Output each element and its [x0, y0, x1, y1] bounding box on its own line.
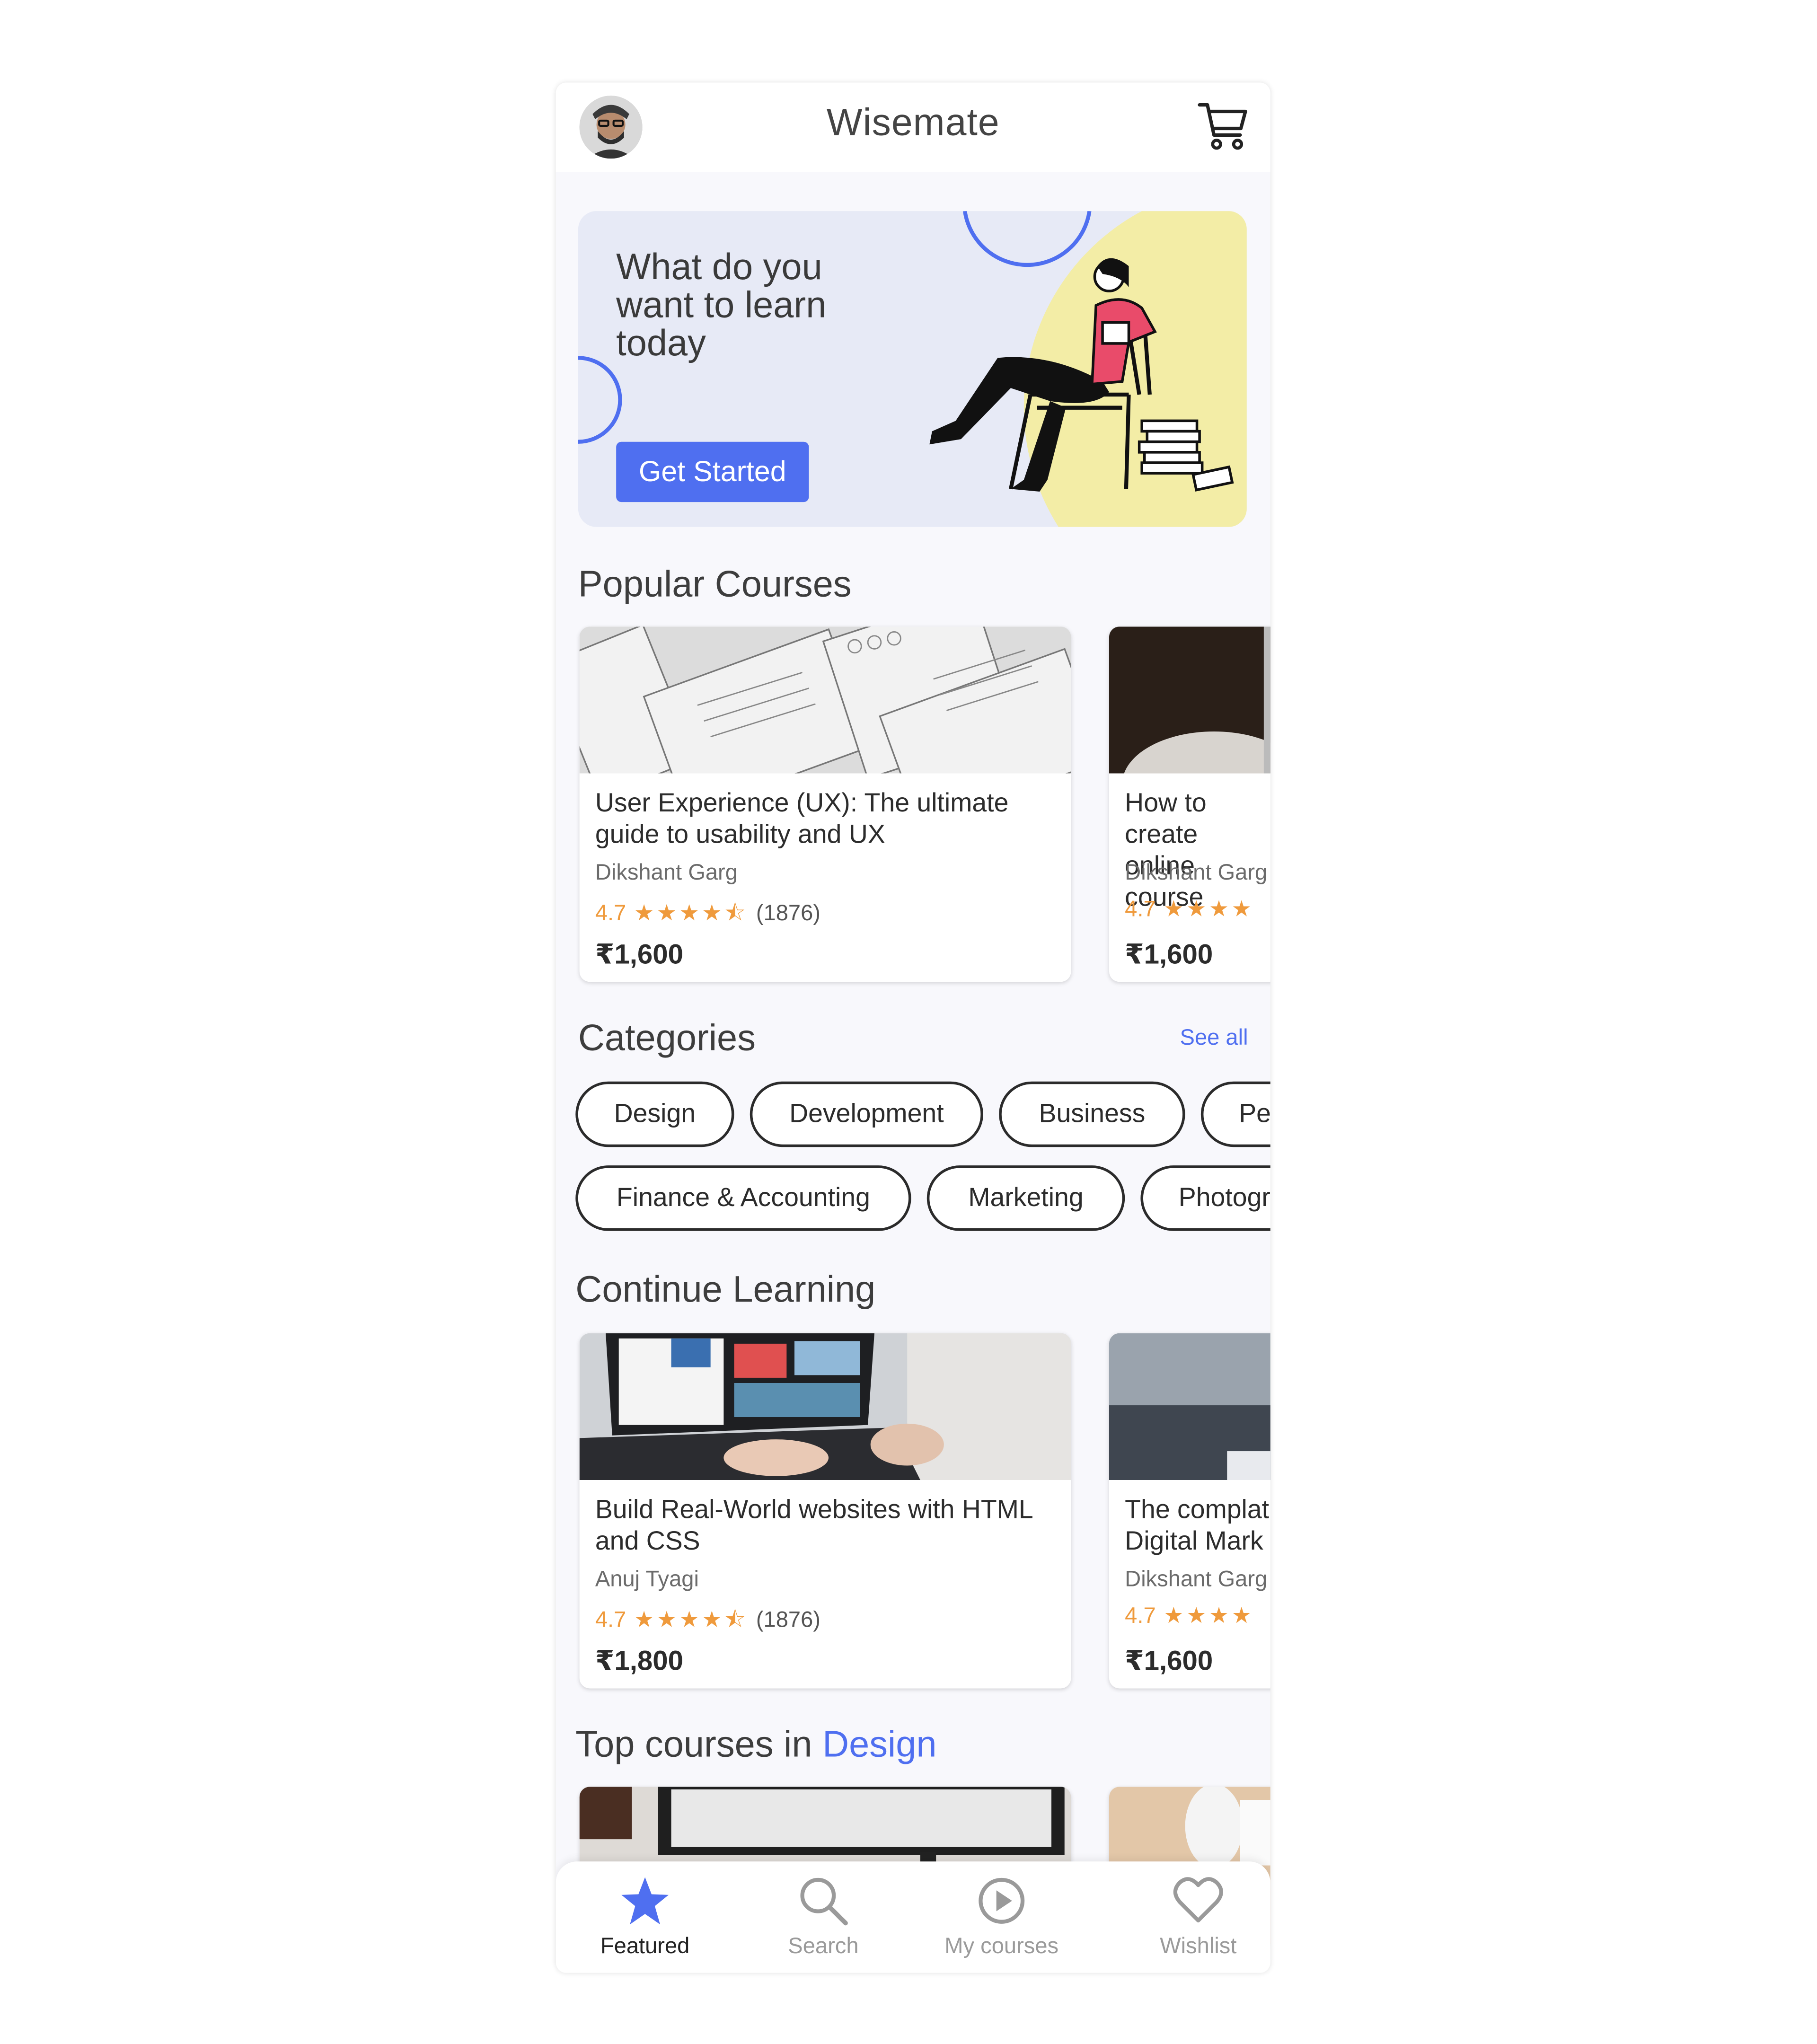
- course-photo-image: [1109, 626, 1270, 774]
- star-rating-icons: ★★★★⯪: [634, 1607, 749, 1632]
- category-chip-personal[interactable]: Pe: [1200, 1081, 1270, 1147]
- top-courses-title: Top courses in Design: [575, 1724, 936, 1766]
- nav-search[interactable]: Search: [734, 1861, 913, 1973]
- rating-value: 4.7: [595, 1607, 626, 1632]
- hero-headline: What do you want to learn today: [616, 246, 827, 363]
- page-root: Wisemate What do you want to learn today…: [0, 0, 1817, 2044]
- rating-count: (1876): [756, 1607, 820, 1632]
- course-price: ₹1,600: [595, 940, 683, 970]
- category-chip-development[interactable]: Development: [750, 1081, 983, 1147]
- course-price: ₹1,600: [1125, 940, 1213, 970]
- category-chip-design[interactable]: Design: [575, 1081, 734, 1147]
- course-price: ₹1,600: [1125, 1646, 1213, 1677]
- category-chip-photography[interactable]: Photogr: [1140, 1165, 1270, 1231]
- nav-featured[interactable]: Featured: [556, 1861, 734, 1973]
- course-thumbnail: [1109, 626, 1270, 774]
- play-circle-icon: [979, 1877, 1025, 1924]
- get-started-button[interactable]: Get Started: [616, 441, 809, 502]
- course-title: Build Real-World websites with HTML and …: [595, 1496, 1032, 1556]
- nav-label: Wishlist: [1160, 1933, 1237, 1959]
- course-card[interactable]: How to create online course Dikshant Gar…: [1109, 626, 1270, 982]
- cart-icon[interactable]: [1197, 100, 1250, 152]
- category-chip-finance[interactable]: Finance & Accounting: [575, 1165, 911, 1231]
- star-icon: [621, 1877, 669, 1925]
- rating-count: (1876): [756, 900, 820, 926]
- popular-courses-title: Popular Courses: [578, 564, 852, 605]
- app-title: Wisemate: [826, 102, 1000, 144]
- app-screen: Wisemate What do you want to learn today…: [556, 82, 1270, 1973]
- star-rating-icons: ★★★★: [1164, 1603, 1254, 1629]
- course-rating: 4.7 ★★★★⯪ (1876): [595, 897, 820, 934]
- categories-title: Categories: [578, 1017, 756, 1058]
- nav-label: Featured: [600, 1933, 690, 1959]
- course-author: Anuj Tyagi: [595, 1566, 699, 1592]
- laptop-photo-image: [579, 1333, 1071, 1480]
- rating-value: 4.7: [595, 900, 626, 926]
- star-rating-icons: ★★★★⯪: [634, 900, 749, 926]
- course-author: Dikshant Garg: [1125, 860, 1268, 885]
- course-price: ₹1,800: [595, 1646, 683, 1677]
- rating-value: 4.7: [1125, 897, 1156, 922]
- nav-label: My courses: [944, 1933, 1059, 1959]
- course-title: How to create online course: [1125, 789, 1207, 913]
- see-all-link[interactable]: See all: [1180, 1025, 1248, 1051]
- course-rating: 4.7 ★★★★: [1125, 1603, 1262, 1629]
- continue-learning-title: Continue Learning: [575, 1269, 876, 1310]
- course-thumbnail: [579, 1333, 1071, 1480]
- course-thumbnail: [1109, 1333, 1270, 1480]
- hero-banner: What do you want to learn today Get Star…: [578, 211, 1247, 527]
- star-rating-icons: ★★★★: [1164, 897, 1254, 922]
- course-thumbnail: [579, 626, 1071, 774]
- course-rating: 4.7 ★★★★: [1125, 897, 1262, 923]
- heart-icon: [1173, 1877, 1223, 1923]
- bottom-navigation: Featured Search My courses Wishlist: [556, 1861, 1270, 1973]
- course-card[interactable]: User Experience (UX): The ultimate guide…: [579, 626, 1071, 982]
- category-chip-marketing[interactable]: Marketing: [926, 1165, 1125, 1231]
- nav-wishlist[interactable]: Wishlist: [1109, 1861, 1270, 1973]
- course-card[interactable]: Build Real-World websites with HTML and …: [579, 1333, 1071, 1689]
- course-rating: 4.7 ★★★★⯪ (1876): [595, 1603, 820, 1641]
- category-chip-business[interactable]: Business: [999, 1081, 1185, 1147]
- rating-value: 4.7: [1125, 1603, 1156, 1629]
- app-bar: Wisemate: [556, 82, 1270, 172]
- search-icon: [800, 1877, 848, 1926]
- office-photo-image: [1109, 1333, 1270, 1480]
- nav-label: Search: [788, 1933, 859, 1959]
- nav-my-courses[interactable]: My courses: [912, 1861, 1091, 1973]
- course-card[interactable]: The complat Digital Mark Dikshant Garg 4…: [1109, 1333, 1270, 1689]
- course-title: User Experience (UX): The ultimate guide…: [595, 789, 1009, 850]
- course-author: Dikshant Garg: [595, 860, 738, 885]
- course-author: Dikshant Garg: [1125, 1566, 1268, 1592]
- course-title: The complat Digital Mark: [1125, 1496, 1270, 1556]
- top-courses-prefix: Top courses in: [575, 1724, 823, 1765]
- top-courses-category-link[interactable]: Design: [822, 1724, 937, 1764]
- wireframe-sketch-image: [579, 626, 1071, 774]
